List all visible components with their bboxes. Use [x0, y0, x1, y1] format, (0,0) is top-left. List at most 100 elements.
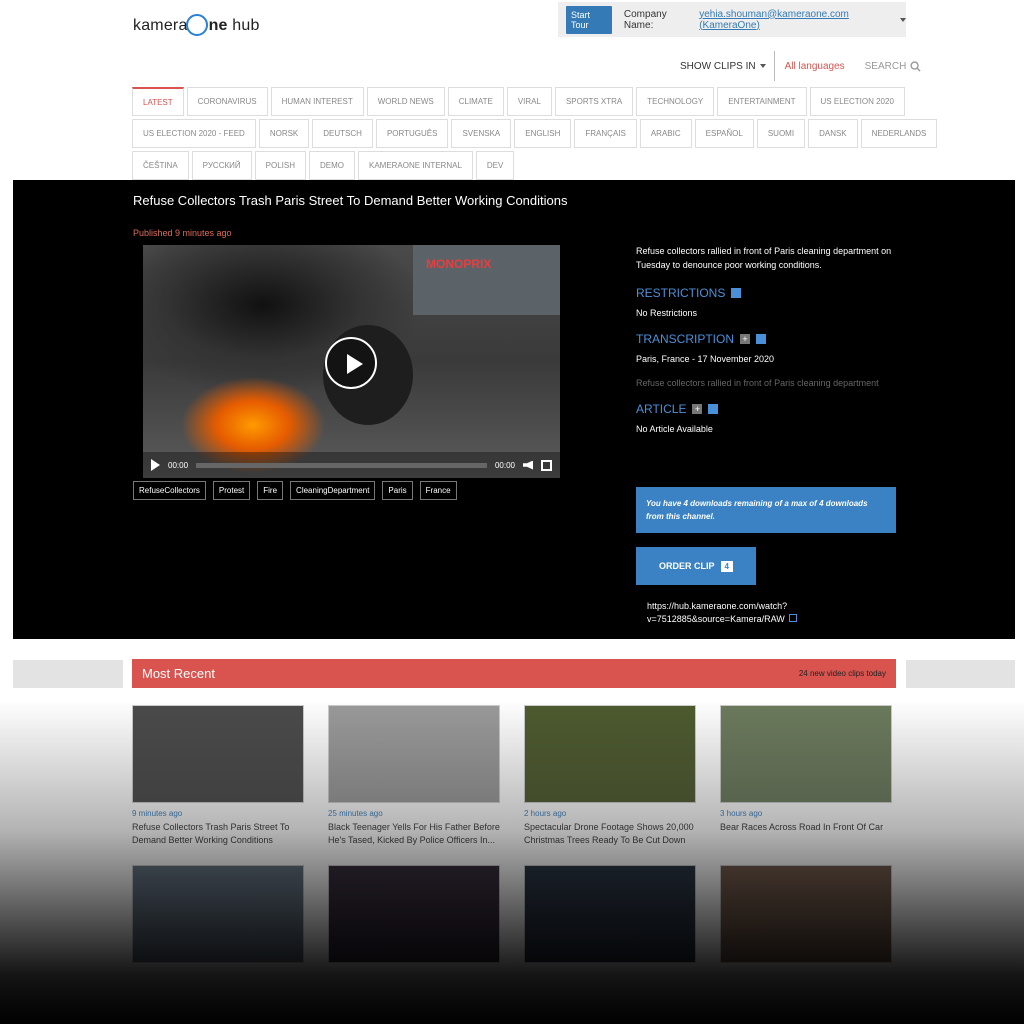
external-link-icon[interactable]	[788, 614, 797, 622]
tab-item[interactable]: FRANÇAIS	[574, 119, 637, 148]
expand-plus-icon[interactable]: +	[692, 404, 703, 414]
tab-item[interactable]: POLISH	[254, 151, 306, 180]
divider	[773, 51, 775, 81]
tab-row-3: ČEŠTINA РУССКИЙ POLISH DEMO KAMERAONE INTERN…	[132, 151, 892, 180]
tab-item[interactable]: PORTUGUÊS	[375, 119, 449, 148]
clip-card[interactable]	[720, 865, 892, 969]
tab-item[interactable]: DEV	[475, 151, 515, 180]
tab-item[interactable]: SUOMI	[756, 119, 806, 148]
clip-card-title[interactable]: Refuse Collectors Trash Paris Street To …	[132, 821, 304, 847]
tab-item[interactable]: ČEŠTINA	[132, 151, 189, 180]
clip-card[interactable]: 9 minutes ago Refuse Collectors Trash Par…	[132, 705, 304, 847]
clip-thumbnail[interactable]	[328, 865, 500, 963]
play-icon[interactable]	[151, 459, 160, 471]
transcription-label: TRANSCRIPTION	[636, 332, 735, 346]
clip-thumbnail[interactable]	[132, 865, 304, 963]
search-button[interactable]: SEARCH	[865, 61, 922, 72]
copy-icon[interactable]	[731, 288, 742, 298]
tab-item[interactable]: DANSK	[808, 119, 858, 148]
download-notice: You have 4 downloads remaining of a max …	[636, 487, 896, 533]
tab-row-2: US ELECTION 2020 - FEED NORSK DEUTSCH PORTU…	[132, 119, 938, 148]
clip-thumbnail[interactable]	[132, 705, 304, 803]
section-bar-left	[13, 660, 123, 688]
language-bar: SHOW CLIPS IN All languages SEARCH	[680, 51, 921, 81]
clip-thumbnail[interactable]	[524, 705, 696, 803]
total-time: 00:00	[494, 460, 515, 470]
tab-item[interactable]: ESPAÑOL	[694, 119, 754, 148]
clip-card[interactable]: 25 minutes ago Black Teenager Yells For H…	[328, 705, 500, 847]
restrictions-label: RESTRICTIONS	[636, 286, 726, 300]
chevron-down-icon[interactable]	[900, 17, 906, 22]
clip-time: 3 hours ago	[720, 809, 763, 818]
chevron-down-icon	[759, 63, 766, 68]
tab-item[interactable]: KAMERAONE INTERNAL	[357, 151, 473, 180]
tab-item[interactable]: SVENSKA	[451, 119, 512, 148]
all-languages-link[interactable]: All languages	[785, 61, 845, 72]
tab-item[interactable]: SPORTS XTRA	[554, 87, 634, 116]
most-recent-header: Most Recent 24 new video clips today	[132, 659, 896, 688]
tab-item[interactable]: US ELECTION 2020	[809, 87, 905, 116]
logo[interactable]: kamera ne hub	[133, 14, 260, 36]
clip-card[interactable]: 3 hours ago Bear Races Across Road In Fro…	[720, 705, 892, 834]
tab-item[interactable]: US ELECTION 2020 - FEED	[132, 119, 256, 148]
restrictions-value: No Restrictions	[636, 308, 698, 318]
clip-description: Refuse collectors rallied in front of Pa…	[636, 246, 892, 270]
tab-item[interactable]: ARABIC	[639, 119, 692, 148]
tab-item[interactable]: NORSK	[258, 119, 310, 148]
clip-thumbnail[interactable]	[524, 865, 696, 963]
clip-thumbnail[interactable]	[720, 705, 892, 803]
clip-card[interactable]	[524, 865, 696, 969]
article-value: No Article Available	[636, 424, 713, 434]
show-clips-dropdown[interactable]: SHOW CLIPS IN	[680, 61, 774, 72]
tab-item[interactable]: VIRAL	[506, 87, 552, 116]
tab-item[interactable]: DEUTSCH	[312, 119, 373, 148]
copy-icon[interactable]	[708, 404, 719, 414]
progress-bar[interactable]	[196, 462, 487, 468]
search-label: SEARCH	[864, 60, 907, 72]
tab-item[interactable]: CORONAVIRUS	[186, 87, 268, 116]
clip-card-title[interactable]: Bear Races Across Road In Front Of Car	[720, 821, 892, 834]
video-player[interactable]: MONOPRIX 00:00 00:00	[143, 245, 560, 478]
order-clip-button[interactable]: ORDER CLIP 4	[636, 547, 756, 585]
clip-thumbnail[interactable]	[720, 865, 892, 963]
logo-ring-icon	[185, 14, 208, 36]
company-label: Company Name:	[623, 8, 667, 31]
start-tour-button[interactable]: Start Tour	[566, 5, 612, 34]
section-bar-right	[906, 660, 1015, 688]
clip-card[interactable]: 2 hours ago Spectacular Drone Footage Sho…	[524, 705, 696, 847]
tag-chip[interactable]: RefuseCollectors	[133, 481, 206, 500]
volume-icon[interactable]	[523, 460, 533, 470]
clip-thumbnail[interactable]	[328, 705, 500, 803]
company-dropdown[interactable]: yehia.shouman@kameraone.com (KameraOne)	[699, 9, 896, 31]
tab-item[interactable]: DEMO	[308, 151, 355, 180]
tag-chip[interactable]: Protest	[212, 481, 251, 500]
tab-item[interactable]: HUMAN INTEREST	[270, 87, 364, 116]
copy-icon[interactable]	[756, 334, 767, 344]
video-sign-text: MONOPRIX	[426, 257, 492, 271]
fullscreen-icon[interactable]	[541, 459, 552, 471]
play-icon[interactable]	[325, 337, 377, 389]
clip-card-title[interactable]: Spectacular Drone Footage Shows 20,000 C…	[524, 821, 696, 847]
tab-item[interactable]: CLIMATE	[447, 87, 504, 116]
clip-time: 9 minutes ago	[132, 809, 183, 818]
clip-card[interactable]	[328, 865, 500, 969]
tag-chip[interactable]: Fire	[257, 481, 284, 500]
clip-details: Refuse collectors rallied in front of Pa…	[636, 244, 896, 434]
article-heading: ARTICLE +	[636, 402, 896, 416]
tag-chip[interactable]: Paris	[382, 481, 413, 500]
clip-url-link[interactable]: https://hub.kameraone.com/watch?v=751288…	[647, 600, 817, 626]
tag-chip[interactable]: CleaningDepartment	[290, 481, 376, 500]
expand-plus-icon[interactable]: +	[740, 334, 751, 344]
tab-item[interactable]: ENGLISH	[514, 119, 572, 148]
clip-card-title[interactable]: Black Teenager Yells For His Father Befo…	[328, 821, 500, 847]
tab-item[interactable]: LATEST	[132, 87, 184, 116]
transcription-preview: Refuse collectors rallied in front of Pa…	[636, 378, 879, 388]
tab-item[interactable]: TECHNOLOGY	[636, 87, 715, 116]
tab-item[interactable]: РУССКИЙ	[191, 151, 252, 180]
clip-card[interactable]	[132, 865, 304, 969]
tag-chip[interactable]: France	[419, 481, 457, 500]
tab-item[interactable]: WORLD NEWS	[366, 87, 445, 116]
tab-item[interactable]: ENTERTAINMENT	[717, 87, 807, 116]
order-clip-label: ORDER CLIP	[659, 561, 715, 571]
tab-item[interactable]: NEDERLANDS	[860, 119, 938, 148]
